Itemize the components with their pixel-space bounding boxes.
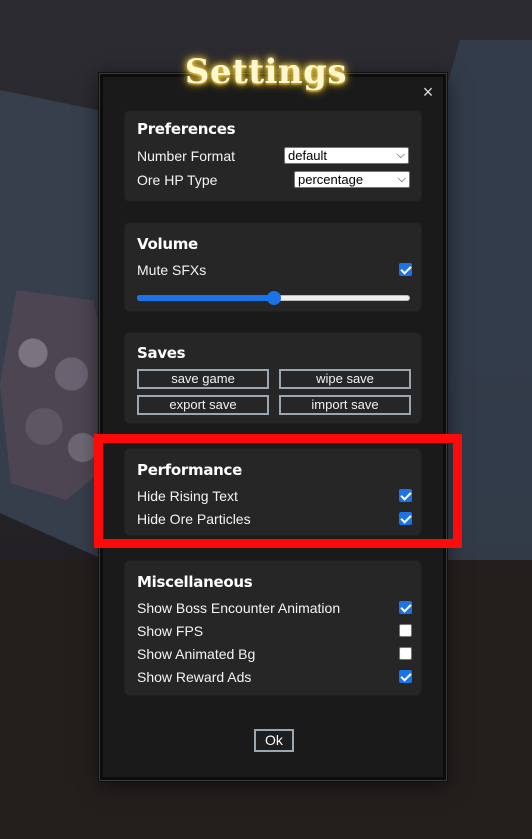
misc-item-show-fps: Show FPS: [137, 621, 412, 641]
misc-item-animated-bg: Show Animated Bg: [137, 644, 412, 664]
ore-hp-type-label: Ore HP Type: [137, 172, 218, 188]
performance-title: Performance: [137, 461, 242, 479]
show-animated-bg-checkbox[interactable]: [399, 647, 412, 660]
close-icon[interactable]: ×: [420, 83, 436, 101]
mute-sfx-label: Mute SFXs: [137, 262, 207, 278]
hide-ore-particles-checkbox[interactable]: [399, 512, 412, 525]
volume-slider-thumb[interactable]: [266, 291, 281, 305]
volume-title: Volume: [137, 235, 198, 253]
wipe-save-button[interactable]: wipe save: [279, 369, 411, 389]
misc-item-boss-animation: Show Boss Encounter Animation: [137, 598, 412, 618]
volume-slider[interactable]: [137, 290, 410, 306]
miscellaneous-title: Miscellaneous: [137, 573, 253, 591]
export-save-button[interactable]: export save: [137, 395, 269, 415]
show-reward-ads-label: Show Reward Ads: [137, 669, 252, 685]
ore-hp-type-row: Ore HP Type percentage ⌵: [137, 170, 412, 190]
ok-button[interactable]: Ok: [254, 729, 294, 752]
show-boss-animation-checkbox[interactable]: [399, 601, 412, 614]
saves-section: Saves save game wipe save export save im…: [124, 332, 422, 424]
volume-slider-fill: [137, 295, 274, 301]
settings-title: Settings: [184, 52, 348, 92]
show-reward-ads-checkbox[interactable]: [399, 670, 412, 683]
save-game-button[interactable]: save game: [137, 369, 269, 389]
show-boss-animation-label: Show Boss Encounter Animation: [137, 600, 341, 616]
hide-rising-text-checkbox[interactable]: [399, 489, 412, 502]
chevron-down-icon: ⌵: [397, 173, 406, 185]
hide-rising-text-label: Hide Rising Text: [137, 488, 238, 504]
volume-section: Volume Mute SFXs: [124, 222, 422, 312]
number-format-value: default: [288, 148, 328, 163]
preferences-section: Preferences Number Format default ⌵ Ore …: [124, 110, 422, 202]
import-save-button[interactable]: import save: [279, 395, 411, 415]
hide-ore-particles-label: Hide Ore Particles: [137, 511, 251, 527]
ore-hp-type-value: percentage: [298, 172, 364, 187]
ore-hp-type-select[interactable]: percentage ⌵: [294, 171, 410, 188]
misc-item-reward-ads: Show Reward Ads: [137, 667, 412, 687]
chevron-down-icon: ⌵: [396, 149, 405, 161]
show-fps-label: Show FPS: [137, 623, 204, 639]
miscellaneous-section: Miscellaneous Show Boss Encounter Animat…: [124, 560, 422, 696]
saves-title: Saves: [137, 344, 186, 362]
mute-sfx-checkbox[interactable]: [399, 263, 412, 276]
preferences-title: Preferences: [137, 120, 236, 138]
hide-ore-particles-row: Hide Ore Particles: [137, 509, 412, 529]
mute-sfx-row: Mute SFXs: [137, 260, 412, 280]
show-fps-checkbox[interactable]: [399, 624, 412, 637]
performance-section: Performance Hide Rising Text Hide Ore Pa…: [124, 448, 422, 536]
number-format-label: Number Format: [137, 148, 236, 164]
ore-rock: [0, 290, 110, 500]
number-format-row: Number Format default ⌵: [137, 146, 412, 166]
number-format-select[interactable]: default ⌵: [284, 147, 409, 164]
show-animated-bg-label: Show Animated Bg: [137, 646, 256, 662]
hide-rising-text-row: Hide Rising Text: [137, 486, 412, 506]
